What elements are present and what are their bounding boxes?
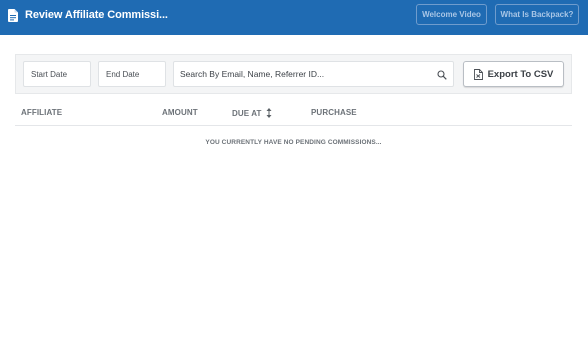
sort-arrows-icon[interactable] [266, 108, 272, 118]
column-header-amount: AMOUNT [162, 108, 198, 117]
search-placeholder: Search By Email, Name, Referrer ID... [180, 69, 325, 79]
column-header-due-at[interactable]: DUE AT [232, 108, 272, 118]
export-csv-label: Export To CSV [487, 68, 554, 80]
search-input[interactable]: Search By Email, Name, Referrer ID... [173, 61, 454, 87]
welcome-video-button[interactable]: Welcome Video [416, 4, 487, 25]
csv-file-icon [473, 68, 483, 80]
start-date-input[interactable]: Start Date [23, 61, 91, 87]
search-icon[interactable] [437, 70, 447, 80]
filter-panel: Start Date End Date Search By Email, Nam… [15, 54, 572, 94]
empty-state-message: YOU CURRENTLY HAVE NO PENDING COMMISSION… [205, 139, 382, 146]
column-header-affiliate: AFFILIATE [21, 108, 63, 117]
column-header-purchase: PURCHASE [311, 108, 357, 117]
app-header: Review Affiliate Commissi... Welcome Vid… [0, 0, 588, 35]
document-icon [8, 8, 18, 22]
end-date-input[interactable]: End Date [98, 61, 166, 87]
commissions-table-header: AFFILIATE AMOUNT DUE AT PURCHASE [15, 100, 572, 126]
what-is-backpack-button[interactable]: What Is Backpack? [495, 4, 579, 25]
page-title: Review Affiliate Commissi... [25, 9, 168, 21]
header-title-group: Review Affiliate Commissi... [8, 7, 168, 23]
export-csv-button[interactable]: Export To CSV [463, 61, 564, 87]
